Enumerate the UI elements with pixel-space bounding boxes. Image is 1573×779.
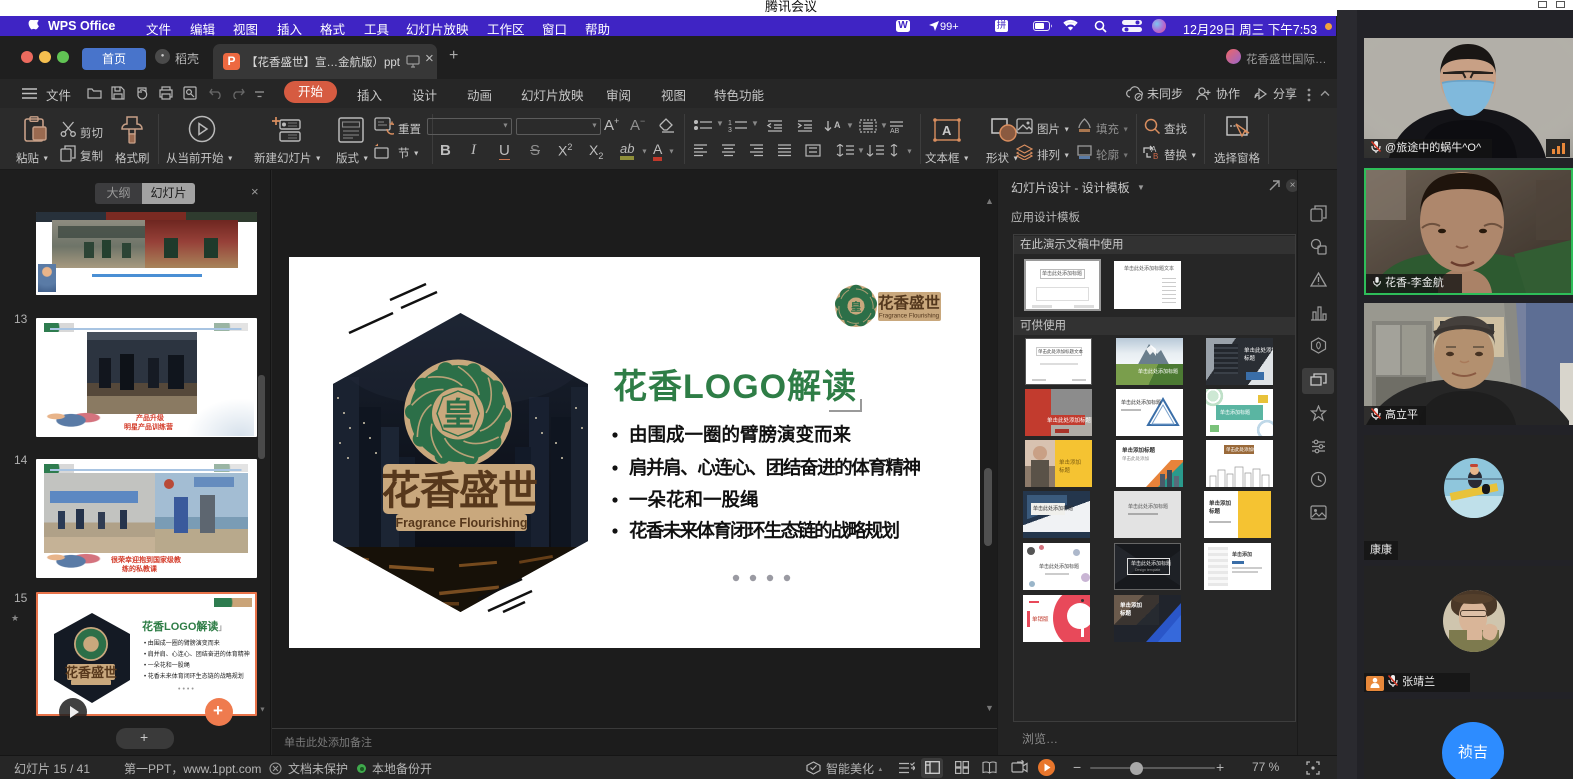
- svg-text:▼: ▼: [846, 121, 854, 130]
- svg-text:3: 3: [728, 127, 732, 133]
- svg-text:B: B: [1153, 152, 1158, 160]
- svg-text:Fragrance Flourishing: Fragrance Flourishing: [879, 313, 940, 320]
- svg-text:Fragrance Flourishing: Fragrance Flourishing: [396, 516, 528, 530]
- svg-text:由围成一圈的臂膀演变而来: 由围成一圈的臂膀演变而来: [629, 424, 852, 445]
- svg-text:▼: ▼: [880, 121, 888, 130]
- svg-text:AB: AB: [890, 128, 900, 133]
- svg-text:花香盛世: 花香盛世: [878, 293, 941, 312]
- svg-text:花香盛世: 花香盛世: [65, 665, 117, 680]
- svg-text:皇: 皇: [851, 300, 862, 314]
- svg-text:1: 1: [728, 120, 732, 127]
- svg-text:花香盛世: 花香盛世: [381, 469, 537, 513]
- svg-text:A: A: [942, 123, 952, 138]
- svg-text:花香未来体育闭环生态链的战略规划: 花香未来体育闭环生态链的战略规划: [629, 520, 900, 541]
- svg-text:肩并肩、心连心、团结奋进的体育精神: 肩并肩、心连心、团结奋进的体育精神: [629, 457, 921, 478]
- svg-text:▼: ▼: [857, 146, 865, 155]
- svg-text:▼: ▼: [751, 119, 759, 128]
- svg-text:皇: 皇: [442, 396, 474, 432]
- svg-text:▼: ▼: [716, 119, 724, 128]
- svg-text:A: A: [834, 120, 841, 130]
- svg-text:一朵花和一股绳: 一朵花和一股绳: [629, 489, 759, 510]
- svg-text:花香LOGO解读: 花香LOGO解读: [613, 368, 857, 406]
